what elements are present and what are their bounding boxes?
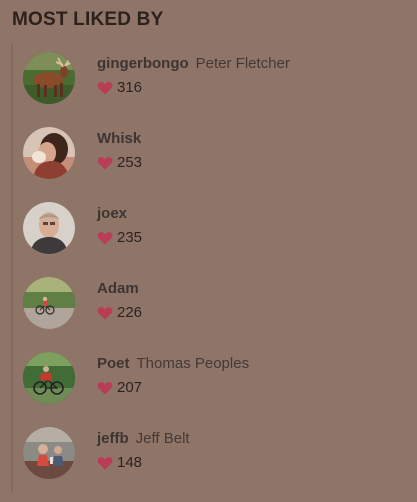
liker-full-name: Jeff Belt <box>135 430 190 447</box>
liker-username[interactable]: Adam <box>97 280 139 297</box>
avatar-elk-icon[interactable] <box>23 52 75 104</box>
liker-row[interactable]: jeffb Jeff Belt 148 <box>0 427 417 502</box>
liker-full-name: Thomas Peoples <box>136 355 250 372</box>
likes-count: 148 <box>117 454 143 471</box>
avatar-cyclist-forest-icon[interactable] <box>23 352 75 404</box>
liker-username[interactable]: joex <box>97 205 127 222</box>
heart-icon <box>97 456 113 470</box>
likes-count: 226 <box>117 304 143 321</box>
heart-icon <box>97 156 113 170</box>
heart-icon <box>97 81 113 95</box>
liker-row[interactable]: gingerbongo Peter Fletcher 316 <box>0 52 417 127</box>
liker-name-row: Whisk <box>97 130 141 148</box>
avatar-outdoor-person-icon[interactable] <box>23 427 75 479</box>
liker-username[interactable]: Poet <box>97 355 130 372</box>
heart-icon <box>97 381 113 395</box>
liker-row[interactable]: joex 235 <box>0 202 417 277</box>
liker-name-row: jeffb Jeff Belt <box>97 430 190 448</box>
liker-name-row: gingerbongo Peter Fletcher <box>97 55 290 73</box>
liker-name-row: Poet Thomas Peoples <box>97 355 249 373</box>
heart-icon <box>97 231 113 245</box>
liker-username[interactable]: Whisk <box>97 130 141 147</box>
likes-count: 235 <box>117 229 143 246</box>
liker-username[interactable]: jeffb <box>97 430 129 447</box>
page-title: MOST LIKED BY <box>12 9 164 30</box>
liker-row[interactable]: Poet Thomas Peoples 207 <box>0 352 417 427</box>
likes-count-row: 226 <box>97 304 142 321</box>
liker-row[interactable]: Whisk 253 <box>0 127 417 202</box>
likes-count-row: 235 <box>97 229 142 246</box>
liked-by-list: gingerbongo Peter Fletcher 316 Whisk 253… <box>0 52 417 502</box>
likes-count: 316 <box>117 79 143 96</box>
liker-name-row: Adam <box>97 280 139 298</box>
liker-username[interactable]: gingerbongo <box>97 55 189 72</box>
likes-count: 253 <box>117 154 143 171</box>
avatar-person-hair-icon[interactable] <box>23 127 75 179</box>
avatar-cyclist-road-icon[interactable] <box>23 277 75 329</box>
likes-count-row: 207 <box>97 379 142 396</box>
likes-count-row: 253 <box>97 154 142 171</box>
likes-count-row: 316 <box>97 79 142 96</box>
likes-count: 207 <box>117 379 143 396</box>
liker-full-name: Peter Fletcher <box>195 55 290 72</box>
likes-count-row: 148 <box>97 454 142 471</box>
liker-name-row: joex <box>97 205 127 223</box>
liker-row[interactable]: Adam 226 <box>0 277 417 352</box>
avatar-portrait-icon[interactable] <box>23 202 75 254</box>
heart-icon <box>97 306 113 320</box>
